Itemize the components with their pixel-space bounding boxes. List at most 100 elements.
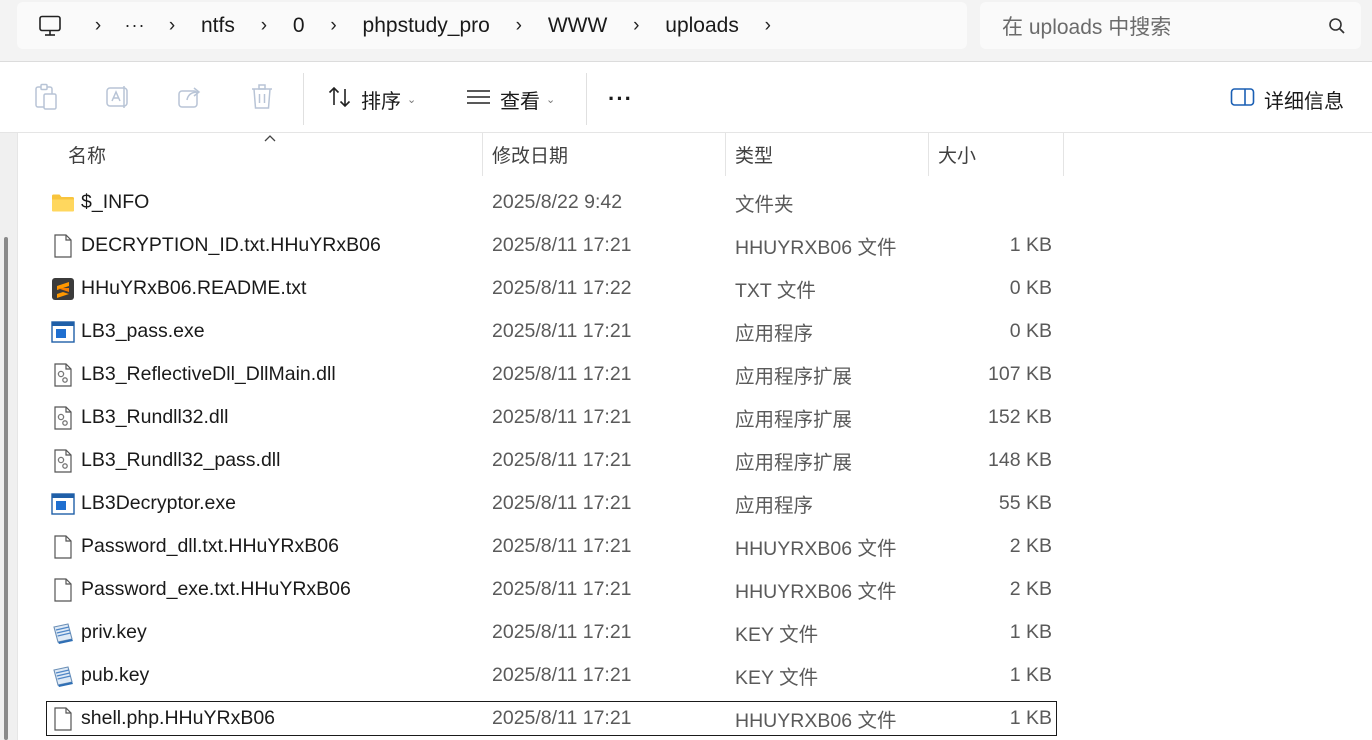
breadcrumb-phpstudy-pro[interactable]: phpstudy_pro xyxy=(349,14,504,38)
file-name: $_INFO xyxy=(81,191,150,213)
share-button[interactable] xyxy=(176,79,204,119)
share-icon xyxy=(176,83,204,116)
file-type: KEY 文件 xyxy=(735,667,819,689)
this-pc-icon[interactable] xyxy=(17,2,83,49)
breadcrumb-overflow-button[interactable]: ··· xyxy=(113,15,157,36)
toolbar-divider xyxy=(586,73,587,125)
chevron-right-icon[interactable]: › xyxy=(621,2,651,49)
file-modified-date: 2025/8/11 17:21 xyxy=(492,492,632,514)
column-header-size[interactable]: 大小 xyxy=(938,133,976,176)
view-button[interactable]: 查看 ⌄ xyxy=(466,79,555,119)
file-type: 应用程序扩展 xyxy=(735,409,853,431)
column-header-row: 名称 修改日期 类型 大小 xyxy=(18,133,1064,176)
delete-button[interactable] xyxy=(249,79,275,119)
file-row[interactable]: Password_dll.txt.HHuYRxB06 2025/8/11 17:2… xyxy=(46,529,1057,564)
file-size: 1 KB xyxy=(1009,621,1052,643)
chevron-right-icon[interactable]: › xyxy=(319,2,349,49)
column-header-name[interactable]: 名称 xyxy=(68,133,106,176)
file-size: 1 KB xyxy=(1009,707,1052,729)
sublime-text-icon xyxy=(50,271,76,306)
file-modified-date: 2025/8/11 17:21 xyxy=(492,363,632,385)
breadcrumb-www[interactable]: WWW xyxy=(534,14,621,38)
file-name: HHuYRxB06.README.txt xyxy=(81,277,307,299)
file-size: 2 KB xyxy=(1009,535,1052,557)
file-row[interactable]: $_INFO 2025/8/22 9:42 文件夹 xyxy=(46,185,1057,220)
dll-icon xyxy=(50,400,76,435)
column-header-date[interactable]: 修改日期 xyxy=(492,133,568,176)
exe-icon xyxy=(50,486,76,521)
command-bar: 排序 ⌄ 查看 ⌄ ··· 详细信息 xyxy=(0,63,1372,133)
dll-icon xyxy=(50,357,76,392)
file-type: 应用程序 xyxy=(735,495,814,517)
file-modified-date: 2025/8/11 17:22 xyxy=(492,277,632,299)
file-row[interactable]: LB3Decryptor.exe 2025/8/11 17:21 应用程序 55 KB xyxy=(46,486,1057,521)
chevron-right-icon[interactable]: › xyxy=(249,2,279,49)
details-pane-icon xyxy=(1230,87,1256,112)
file-type: 文件夹 xyxy=(735,194,794,216)
search-input[interactable]: 在 uploads 中搜索 xyxy=(1002,11,1313,41)
column-header-type[interactable]: 类型 xyxy=(735,133,773,176)
key-file-icon xyxy=(50,615,76,650)
file-type: 应用程序扩展 xyxy=(735,452,853,474)
vertical-scrollbar[interactable] xyxy=(0,133,18,740)
column-divider[interactable] xyxy=(725,133,726,176)
file-type: HHUYRXB06 文件 xyxy=(735,710,897,732)
toolbar-divider xyxy=(303,73,304,125)
file-size: 55 KB xyxy=(998,492,1052,514)
file-row[interactable]: LB3_Rundll32.dll 2025/8/11 17:21 应用程序扩展 152… xyxy=(46,400,1057,435)
file-modified-date: 2025/8/11 17:21 xyxy=(492,406,632,428)
search-box[interactable]: 在 uploads 中搜索 xyxy=(980,2,1361,49)
breadcrumb-ntfs[interactable]: ntfs xyxy=(187,14,249,38)
file-name: DECRYPTION_ID.txt.HHuYRxB06 xyxy=(81,234,381,256)
file-size: 1 KB xyxy=(1009,234,1052,256)
column-divider[interactable] xyxy=(1063,133,1064,176)
file-modified-date: 2025/8/11 17:21 xyxy=(492,234,632,256)
rename-button[interactable] xyxy=(104,79,132,119)
file-name: shell.php.HHuYRxB06 xyxy=(81,707,276,729)
file-row[interactable]: DECRYPTION_ID.txt.HHuYRxB06 2025/8/11 17:… xyxy=(46,228,1057,263)
file-type: TXT 文件 xyxy=(735,280,816,302)
column-divider[interactable] xyxy=(482,133,483,176)
chevron-right-icon[interactable]: › xyxy=(504,2,534,49)
paste-button[interactable] xyxy=(33,79,59,119)
file-row[interactable]: shell.php.HHuYRxB06 2025/8/11 17:21 HHUYRX… xyxy=(46,701,1057,736)
details-pane-button[interactable]: 详细信息 xyxy=(1230,79,1344,119)
file-name: LB3Decryptor.exe xyxy=(81,492,237,514)
sort-label: 排序 xyxy=(361,90,401,113)
file-icon xyxy=(50,701,76,736)
column-divider[interactable] xyxy=(928,133,929,176)
file-row[interactable]: LB3_pass.exe 2025/8/11 17:21 应用程序 0 KB xyxy=(46,314,1057,349)
breadcrumb-0[interactable]: 0 xyxy=(279,14,319,38)
file-size: 1 KB xyxy=(1009,664,1052,686)
chevron-right-icon[interactable]: › xyxy=(753,2,783,49)
file-modified-date: 2025/8/11 17:21 xyxy=(492,449,632,471)
scrollbar-thumb[interactable] xyxy=(4,237,8,740)
breadcrumb-uploads[interactable]: uploads xyxy=(651,14,753,38)
key-file-icon xyxy=(50,658,76,693)
file-modified-date: 2025/8/11 17:21 xyxy=(492,621,632,643)
chevron-right-icon[interactable]: › xyxy=(157,2,187,49)
more-options-button[interactable]: ··· xyxy=(608,79,633,119)
search-icon[interactable] xyxy=(1313,2,1361,49)
clipboard-icon xyxy=(33,83,59,116)
file-name: LB3_Rundll32.dll xyxy=(81,406,229,428)
file-row[interactable]: LB3_Rundll32_pass.dll 2025/8/11 17:21 应用程序… xyxy=(46,443,1057,478)
file-row[interactable]: LB3_ReflectiveDll_DllMain.dll 2025/8/11 1… xyxy=(46,357,1057,392)
file-modified-date: 2025/8/22 9:42 xyxy=(492,191,623,213)
file-name: LB3_Rundll32_pass.dll xyxy=(81,449,281,471)
file-modified-date: 2025/8/11 17:21 xyxy=(492,664,632,686)
file-size: 152 KB xyxy=(988,406,1052,428)
folder-icon xyxy=(50,185,76,220)
chevron-down-icon: ⌄ xyxy=(546,93,556,106)
file-row[interactable]: HHuYRxB06.README.txt 2025/8/11 17:22 TXT 文… xyxy=(46,271,1057,306)
file-name: pub.key xyxy=(81,664,150,686)
file-row[interactable]: Password_exe.txt.HHuYRxB06 2025/8/11 17:2… xyxy=(46,572,1057,607)
address-bar[interactable]: › ··· › ntfs › 0 › phpstudy_pro › WWW › … xyxy=(17,2,967,49)
file-name: Password_dll.txt.HHuYRxB06 xyxy=(81,535,339,557)
file-row[interactable]: priv.key 2025/8/11 17:21 KEY 文件 1 KB xyxy=(46,615,1057,650)
file-row[interactable]: pub.key 2025/8/11 17:21 KEY 文件 1 KB xyxy=(46,658,1057,693)
file-modified-date: 2025/8/11 17:21 xyxy=(492,578,632,600)
sort-button[interactable]: 排序 ⌄ xyxy=(327,79,416,119)
file-modified-date: 2025/8/11 17:21 xyxy=(492,535,632,557)
chevron-right-icon[interactable]: › xyxy=(83,2,113,49)
